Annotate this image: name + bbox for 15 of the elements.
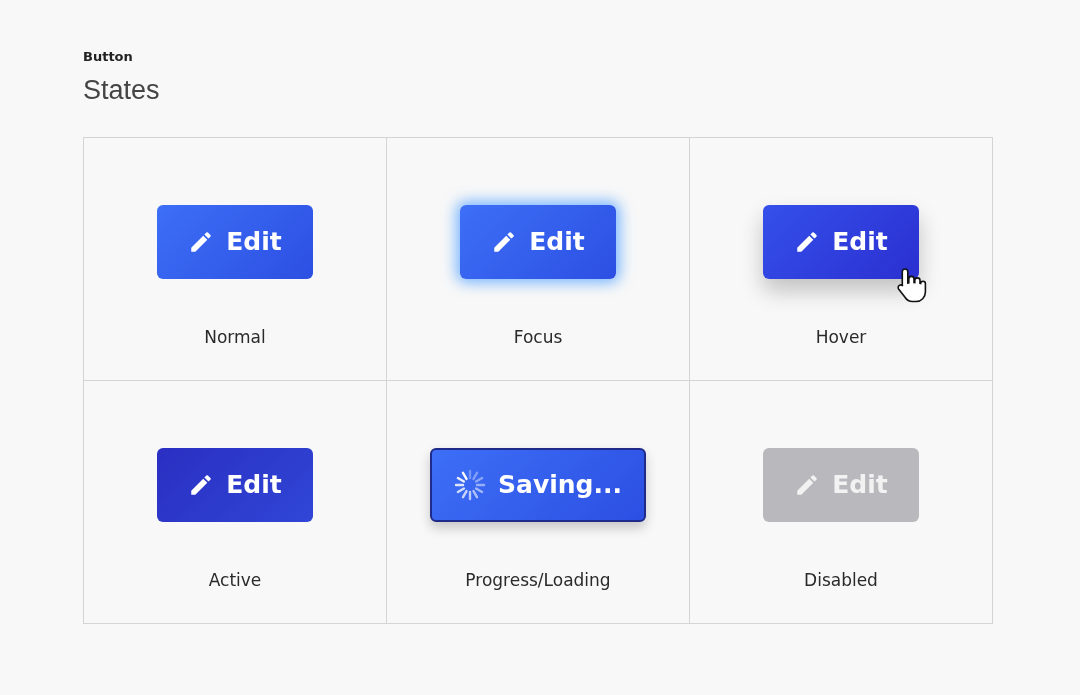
edit-button[interactable]: Edit (157, 204, 313, 279)
section-eyebrow: Button (83, 48, 133, 66)
edit-button[interactable]: Edit (460, 204, 616, 279)
state-label: Hover (815, 325, 867, 349)
saving-button[interactable]: Saving... (430, 447, 646, 522)
hand-cursor-icon (895, 265, 929, 304)
state-label: Focus (513, 325, 563, 349)
state-label: Progress/Loading (465, 568, 611, 592)
spinner-icon (454, 468, 487, 501)
section-title: States (83, 74, 160, 107)
state-label: Disabled (804, 568, 878, 592)
edit-button[interactable]: Edit (157, 447, 313, 522)
state-label: Active (208, 568, 262, 592)
edit-button[interactable]: Edit (763, 204, 919, 279)
state-label: Normal (204, 325, 266, 349)
